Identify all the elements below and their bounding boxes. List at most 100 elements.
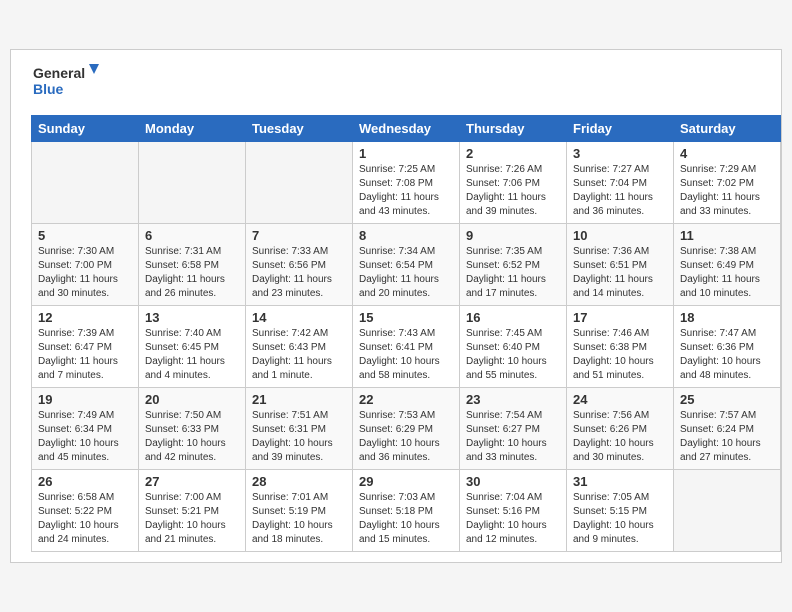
day-cell: 24Sunrise: 7:56 AM Sunset: 6:26 PM Dayli…	[567, 388, 674, 470]
day-number: 4	[680, 146, 774, 161]
day-info: Sunrise: 7:27 AM Sunset: 7:04 PM Dayligh…	[573, 163, 667, 219]
day-number: 13	[145, 310, 239, 325]
day-cell: 9 Sunrise: 7:35 AM Sunset: 6:52 PM Daylig…	[460, 224, 567, 306]
day-number: 14	[252, 310, 346, 325]
day-number: 9	[466, 228, 560, 243]
svg-text:General: General	[33, 65, 85, 81]
day-cell: 23 Sunrise: 7:54 AM Sunset: 6:27 PM Dayli…	[460, 388, 567, 470]
day-info: Sunrise: 7:33 AM Sunset: 6:56 PM Dayligh…	[252, 245, 346, 301]
day-header-friday: Friday	[567, 116, 674, 142]
week-row-3: 12 Sunrise: 7:39 AM Sunset: 6:47 PM Dayli…	[32, 306, 781, 388]
day-number: 17	[573, 310, 667, 325]
logo-area: General Blue	[31, 60, 111, 110]
week-row-4: 19 Sunrise: 7:49 AM Sunset: 6:34 PM Dayli…	[32, 388, 781, 470]
day-header-sunday: Sunday	[32, 116, 139, 142]
day-cell	[246, 142, 353, 224]
day-number: 27	[145, 474, 239, 489]
day-cell: 28Sunrise: 7:01 AM Sunset: 5:19 PM Dayli…	[246, 470, 353, 552]
day-cell: 14 Sunrise: 7:42 AM Sunset: 6:43 PM Dayli…	[246, 306, 353, 388]
day-cell: 25 Sunrise: 7:57 AM Sunset: 6:24 PM Dayli…	[674, 388, 781, 470]
day-info: Sunrise: 7:57 AM Sunset: 6:24 PM Dayligh…	[680, 409, 774, 465]
day-cell: 13 Sunrise: 7:40 AM Sunset: 6:45 PM Dayli…	[139, 306, 246, 388]
day-info: Sunrise: 7:03 AM Sunset: 5:18 PM Dayligh…	[359, 491, 453, 547]
table-wrapper: SundayMondayTuesdayWednesdayThursdayFrid…	[11, 115, 781, 552]
day-info: Sunrise: 7:35 AM Sunset: 6:52 PM Dayligh…	[466, 245, 560, 301]
day-cell: 15 Sunrise: 7:43 AM Sunset: 6:41 PM Dayli…	[353, 306, 460, 388]
day-info: Sunrise: 7:40 AM Sunset: 6:45 PM Dayligh…	[145, 327, 239, 383]
day-cell	[32, 142, 139, 224]
day-number: 31	[573, 474, 667, 489]
calendar-container: General Blue SundayMondayTuesdayWednesda…	[10, 49, 782, 563]
day-info: Sunrise: 7:53 AM Sunset: 6:29 PM Dayligh…	[359, 409, 453, 465]
day-info: Sunrise: 7:01 AM Sunset: 5:19 PM Dayligh…	[252, 491, 346, 547]
week-row-5: 26 Sunrise: 6:58 AM Sunset: 5:22 PM Dayli…	[32, 470, 781, 552]
day-cell: 10Sunrise: 7:36 AM Sunset: 6:51 PM Dayli…	[567, 224, 674, 306]
day-number: 22	[359, 392, 453, 407]
day-header-tuesday: Tuesday	[246, 116, 353, 142]
day-number: 19	[38, 392, 132, 407]
day-cell: 26 Sunrise: 6:58 AM Sunset: 5:22 PM Dayli…	[32, 470, 139, 552]
day-info: Sunrise: 7:00 AM Sunset: 5:21 PM Dayligh…	[145, 491, 239, 547]
day-number: 3	[573, 146, 667, 161]
day-info: Sunrise: 6:58 AM Sunset: 5:22 PM Dayligh…	[38, 491, 132, 547]
day-cell: 8Sunrise: 7:34 AM Sunset: 6:54 PM Daylig…	[353, 224, 460, 306]
day-number: 21	[252, 392, 346, 407]
day-info: Sunrise: 7:26 AM Sunset: 7:06 PM Dayligh…	[466, 163, 560, 219]
day-cell: 27 Sunrise: 7:00 AM Sunset: 5:21 PM Dayli…	[139, 470, 246, 552]
day-cell: 17 Sunrise: 7:46 AM Sunset: 6:38 PM Dayli…	[567, 306, 674, 388]
day-number: 29	[359, 474, 453, 489]
day-number: 12	[38, 310, 132, 325]
day-info: Sunrise: 7:45 AM Sunset: 6:40 PM Dayligh…	[466, 327, 560, 383]
day-number: 8	[359, 228, 453, 243]
day-header-saturday: Saturday	[674, 116, 781, 142]
day-info: Sunrise: 7:36 AM Sunset: 6:51 PM Dayligh…	[573, 245, 667, 301]
day-cell: 16 Sunrise: 7:45 AM Sunset: 6:40 PM Dayli…	[460, 306, 567, 388]
calendar-header: General Blue	[11, 50, 781, 115]
calendar-table: SundayMondayTuesdayWednesdayThursdayFrid…	[31, 115, 781, 552]
day-info: Sunrise: 7:30 AM Sunset: 7:00 PM Dayligh…	[38, 245, 132, 301]
day-cell: 3 Sunrise: 7:27 AM Sunset: 7:04 PM Daylig…	[567, 142, 674, 224]
day-number: 16	[466, 310, 560, 325]
day-cell: 30 Sunrise: 7:04 AM Sunset: 5:16 PM Dayli…	[460, 470, 567, 552]
day-cell: 31 Sunrise: 7:05 AM Sunset: 5:15 PM Dayli…	[567, 470, 674, 552]
day-cell: 29 Sunrise: 7:03 AM Sunset: 5:18 PM Dayli…	[353, 470, 460, 552]
day-info: Sunrise: 7:04 AM Sunset: 5:16 PM Dayligh…	[466, 491, 560, 547]
day-number: 11	[680, 228, 774, 243]
day-info: Sunrise: 7:46 AM Sunset: 6:38 PM Dayligh…	[573, 327, 667, 383]
header-row: SundayMondayTuesdayWednesdayThursdayFrid…	[32, 116, 781, 142]
day-number: 5	[38, 228, 132, 243]
day-cell: 4 Sunrise: 7:29 AM Sunset: 7:02 PM Daylig…	[674, 142, 781, 224]
day-number: 25	[680, 392, 774, 407]
day-info: Sunrise: 7:25 AM Sunset: 7:08 PM Dayligh…	[359, 163, 453, 219]
day-cell: 12 Sunrise: 7:39 AM Sunset: 6:47 PM Dayli…	[32, 306, 139, 388]
day-header-monday: Monday	[139, 116, 246, 142]
day-header-wednesday: Wednesday	[353, 116, 460, 142]
day-cell: 1 Sunrise: 7:25 AM Sunset: 7:08 PM Daylig…	[353, 142, 460, 224]
day-number: 1	[359, 146, 453, 161]
day-number: 20	[145, 392, 239, 407]
svg-text:Blue: Blue	[33, 81, 64, 97]
day-info: Sunrise: 7:39 AM Sunset: 6:47 PM Dayligh…	[38, 327, 132, 383]
day-number: 15	[359, 310, 453, 325]
day-info: Sunrise: 7:47 AM Sunset: 6:36 PM Dayligh…	[680, 327, 774, 383]
day-cell: 20Sunrise: 7:50 AM Sunset: 6:33 PM Dayli…	[139, 388, 246, 470]
day-info: Sunrise: 7:43 AM Sunset: 6:41 PM Dayligh…	[359, 327, 453, 383]
day-number: 30	[466, 474, 560, 489]
day-number: 24	[573, 392, 667, 407]
day-cell: 5 Sunrise: 7:30 AM Sunset: 7:00 PM Daylig…	[32, 224, 139, 306]
day-number: 26	[38, 474, 132, 489]
day-info: Sunrise: 7:49 AM Sunset: 6:34 PM Dayligh…	[38, 409, 132, 465]
day-cell: 21Sunrise: 7:51 AM Sunset: 6:31 PM Dayli…	[246, 388, 353, 470]
day-number: 7	[252, 228, 346, 243]
day-info: Sunrise: 7:29 AM Sunset: 7:02 PM Dayligh…	[680, 163, 774, 219]
day-info: Sunrise: 7:42 AM Sunset: 6:43 PM Dayligh…	[252, 327, 346, 383]
day-cell: 22 Sunrise: 7:53 AM Sunset: 6:29 PM Dayli…	[353, 388, 460, 470]
day-cell: 19 Sunrise: 7:49 AM Sunset: 6:34 PM Dayli…	[32, 388, 139, 470]
day-cell: 2Sunrise: 7:26 AM Sunset: 7:06 PM Daylig…	[460, 142, 567, 224]
day-info: Sunrise: 7:54 AM Sunset: 6:27 PM Dayligh…	[466, 409, 560, 465]
day-cell	[139, 142, 246, 224]
day-cell	[674, 470, 781, 552]
day-number: 23	[466, 392, 560, 407]
day-info: Sunrise: 7:05 AM Sunset: 5:15 PM Dayligh…	[573, 491, 667, 547]
day-cell: 11Sunrise: 7:38 AM Sunset: 6:49 PM Dayli…	[674, 224, 781, 306]
